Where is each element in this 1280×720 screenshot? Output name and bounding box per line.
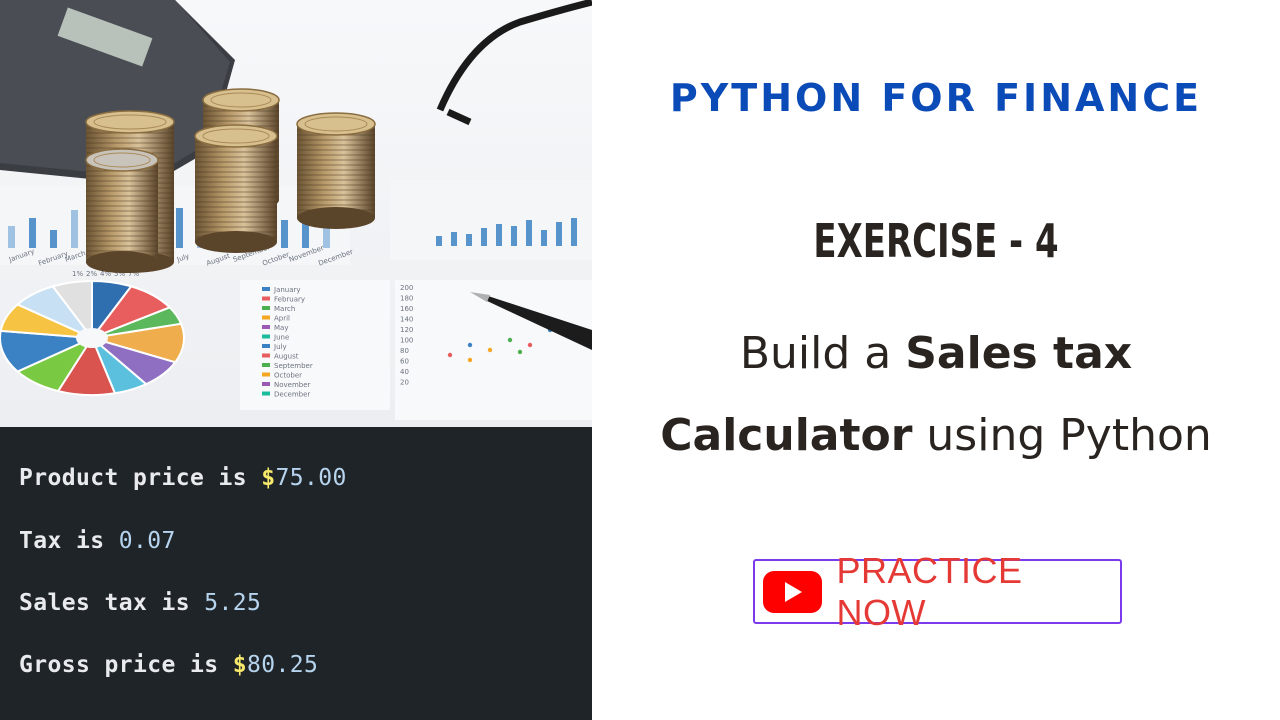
svg-text:20: 20 — [400, 379, 409, 387]
svg-text:180: 180 — [400, 295, 413, 303]
svg-text:August: August — [274, 353, 299, 361]
svg-text:September: September — [274, 362, 313, 370]
headline-line-1: Build a Sales tax — [592, 328, 1280, 379]
headline-bold: Sales tax — [905, 328, 1133, 379]
console-line-tax: Tax is 0.07 — [19, 528, 176, 554]
finance-photo: January FebruaryMarch AprilMay JuneJuly Augu… — [0, 0, 592, 427]
console-value: 0.07 — [118, 528, 176, 554]
svg-text:July: July — [273, 343, 287, 351]
svg-text:140: 140 — [400, 316, 413, 324]
exercise-label: EXERCISE - 4 — [813, 214, 1059, 268]
youtube-play-icon — [763, 570, 823, 613]
svg-text:October: October — [274, 372, 302, 380]
svg-text:June: June — [273, 334, 289, 342]
headline-text: using Python — [912, 410, 1212, 461]
page-title: PYTHON FOR FINANCE — [669, 76, 1203, 120]
dollar-sign: $ — [261, 465, 276, 491]
svg-text:100: 100 — [400, 337, 413, 345]
svg-text:January: January — [273, 286, 301, 294]
console-line-gross-price: Gross price is $80.25 — [19, 652, 318, 678]
svg-text:November: November — [274, 381, 311, 389]
svg-text:December: December — [274, 391, 310, 399]
headline-text: Build a — [739, 328, 906, 379]
console-label: Gross price is — [19, 652, 233, 678]
svg-text:February: February — [274, 296, 305, 304]
svg-text:160: 160 — [400, 305, 413, 313]
svg-text:April: April — [274, 315, 290, 323]
headline-bold: Calculator — [660, 410, 913, 461]
console-label: Sales tax is — [19, 590, 205, 616]
console-label: Product price is — [19, 465, 262, 491]
svg-text:200: 200 — [400, 284, 413, 292]
svg-text:May: May — [274, 324, 288, 332]
svg-text:60: 60 — [400, 358, 409, 366]
svg-text:2%: 2% — [86, 270, 97, 278]
svg-text:120: 120 — [400, 326, 413, 334]
svg-text:March: March — [274, 305, 295, 313]
svg-text:80: 80 — [400, 347, 409, 355]
svg-text:40: 40 — [400, 368, 409, 376]
console-value: 80.25 — [246, 652, 319, 678]
headline-line-2: Calculator using Python — [592, 410, 1280, 461]
console-line-product-price: Product price is $75.00 — [19, 465, 347, 491]
practice-now-button[interactable]: PRACTICE NOW — [753, 550, 1122, 633]
console-line-sales-tax: Sales tax is 5.25 — [19, 590, 261, 616]
dollar-sign: $ — [232, 652, 247, 678]
console-output: Product price is $75.00 Tax is 0.07 Sale… — [0, 427, 592, 720]
console-value: 75.00 — [275, 465, 347, 491]
console-value: 5.25 — [204, 590, 262, 616]
svg-text:1%: 1% — [72, 270, 83, 278]
console-label: Tax is — [19, 528, 119, 554]
practice-now-label: PRACTICE NOW — [836, 549, 1023, 633]
